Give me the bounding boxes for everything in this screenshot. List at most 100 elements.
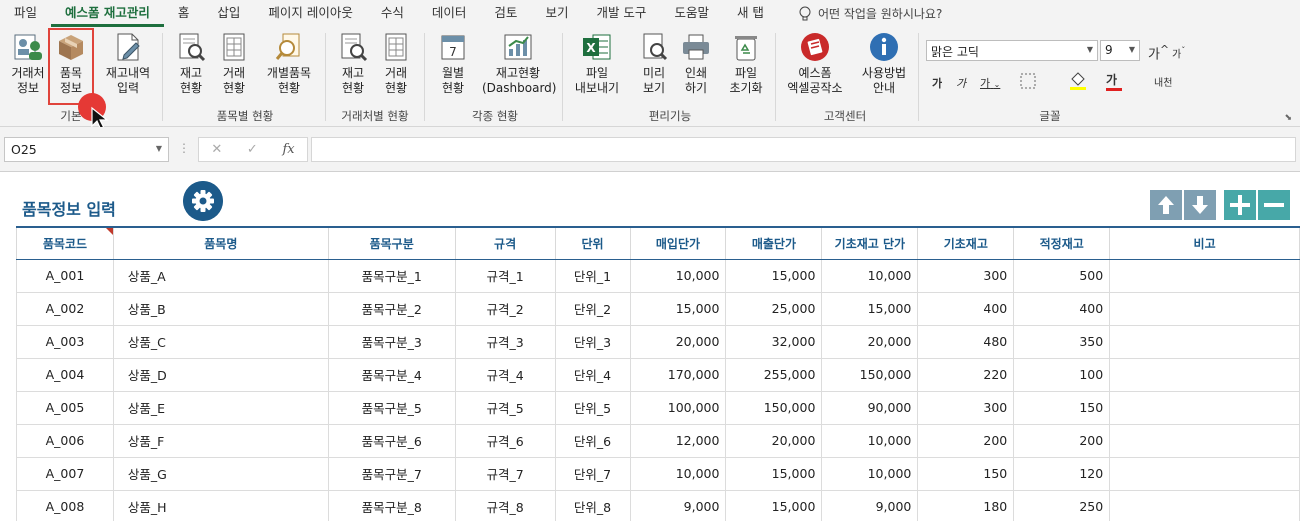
enter-icon[interactable]: ✓ [247, 142, 258, 157]
delete-row-button[interactable] [1258, 190, 1290, 220]
tab-4[interactable]: 페이지 레이아웃 [254, 0, 366, 27]
cell-item-code[interactable]: A_001 [16, 259, 114, 293]
cell-item-name[interactable]: 상품_H [112, 490, 329, 521]
cell-sale-price[interactable]: 15,000 [725, 259, 823, 293]
column-header-remarks[interactable]: 비고 [1109, 226, 1300, 260]
tab-5[interactable]: 수식 [367, 0, 418, 27]
column-header-item-name[interactable]: 품목명 [112, 226, 329, 260]
cell-base-stock[interactable]: 150 [917, 457, 1015, 491]
column-header-optimal-stock[interactable]: 적정재고 [1013, 226, 1111, 260]
cell-spec[interactable]: 규격_3 [454, 325, 556, 359]
cell-purchase-price[interactable]: 20,000 [629, 325, 727, 359]
cell-unit[interactable]: 단위_7 [554, 457, 631, 491]
gear-icon[interactable] [183, 181, 223, 221]
add-row-button[interactable] [1224, 190, 1256, 220]
tab-7[interactable]: 검토 [480, 0, 531, 27]
reset-file-button[interactable]: 파일 초기화 [724, 31, 768, 96]
bold-button[interactable]: 가 [932, 75, 942, 91]
print-button[interactable]: 인쇄 하기 [676, 31, 716, 96]
cell-remarks[interactable] [1109, 292, 1300, 326]
column-header-unit[interactable]: 단위 [554, 226, 631, 260]
fill-color-button[interactable] [1068, 71, 1092, 94]
cell-item-category[interactable]: 품목구분_1 [327, 259, 456, 293]
cell-item-name[interactable]: 상품_D [112, 358, 329, 392]
cell-base-stock-price[interactable]: 9,000 [821, 490, 919, 521]
cell-optimal-stock[interactable]: 350 [1013, 325, 1111, 359]
cell-spec[interactable]: 규격_7 [454, 457, 556, 491]
cell-base-stock[interactable]: 220 [917, 358, 1015, 392]
cell-optimal-stock[interactable]: 250 [1013, 490, 1111, 521]
move-down-button[interactable] [1184, 190, 1216, 220]
font-size-dropdown[interactable]: 9 ▼ [1100, 40, 1140, 61]
cell-base-stock[interactable]: 180 [917, 490, 1015, 521]
cell-remarks[interactable] [1109, 391, 1300, 425]
name-box[interactable]: O25 ▼ [4, 137, 169, 162]
cell-base-stock[interactable]: 200 [917, 424, 1015, 458]
cell-item-category[interactable]: 품목구분_3 [327, 325, 456, 359]
cell-item-code[interactable]: A_005 [16, 391, 114, 425]
cell-base-stock[interactable]: 300 [917, 259, 1015, 293]
tab-10[interactable]: 도움말 [660, 0, 723, 27]
cell-item-name[interactable]: 상품_F [112, 424, 329, 458]
cell-spec[interactable]: 규격_5 [454, 391, 556, 425]
cell-purchase-price[interactable]: 170,000 [629, 358, 727, 392]
cell-item-code[interactable]: A_006 [16, 424, 114, 458]
usage-guide-button[interactable]: 사용방법 안내 [854, 31, 914, 96]
cell-base-stock[interactable]: 480 [917, 325, 1015, 359]
tab-0[interactable]: 파일 [0, 0, 51, 27]
column-header-item-code[interactable]: 품목코드 [16, 226, 114, 260]
cell-unit[interactable]: 단위_4 [554, 358, 631, 392]
cell-purchase-price[interactable]: 9,000 [629, 490, 727, 521]
cell-purchase-price[interactable]: 12,000 [629, 424, 727, 458]
tab-3[interactable]: 삽입 [203, 0, 254, 27]
move-up-button[interactable] [1150, 190, 1182, 220]
cell-optimal-stock[interactable]: 400 [1013, 292, 1111, 326]
export-file-button[interactable]: X 파일 내보내기 [568, 31, 626, 96]
cell-optimal-stock[interactable]: 500 [1013, 259, 1111, 293]
cell-item-category[interactable]: 품목구분_7 [327, 457, 456, 491]
column-header-item-category[interactable]: 품목구분 [327, 226, 456, 260]
tab-6[interactable]: 데이터 [418, 0, 481, 27]
cell-spec[interactable]: 규격_8 [454, 490, 556, 521]
cell-item-category[interactable]: 품목구분_5 [327, 391, 456, 425]
cell-optimal-stock[interactable]: 150 [1013, 391, 1111, 425]
print-preview-button[interactable]: 미리 보기 [634, 31, 674, 96]
cell-purchase-price[interactable]: 100,000 [629, 391, 727, 425]
cell-sale-price[interactable]: 20,000 [725, 424, 823, 458]
column-header-base-stock[interactable]: 기초재고 [917, 226, 1015, 260]
column-header-purchase-price[interactable]: 매입단가 [629, 226, 727, 260]
cell-base-stock-price[interactable]: 150,000 [821, 358, 919, 392]
stock-entry-button[interactable]: 재고내역 입력 [100, 31, 156, 96]
phonetic-button[interactable]: 내천 [1154, 74, 1172, 89]
cell-item-category[interactable]: 품목구분_6 [327, 424, 456, 458]
cell-remarks[interactable] [1109, 325, 1300, 359]
cell-item-name[interactable]: 상품_C [112, 325, 329, 359]
cell-item-name[interactable]: 상품_B [112, 292, 329, 326]
cell-sale-price[interactable]: 255,000 [725, 358, 823, 392]
dashboard-button[interactable]: 재고현황 (Dashboard) [482, 31, 556, 96]
cell-purchase-price[interactable]: 10,000 [629, 259, 727, 293]
shrink-font-button[interactable]: 가ˇ [1172, 45, 1185, 60]
cell-sale-price[interactable]: 15,000 [725, 490, 823, 521]
cell-spec[interactable]: 규격_6 [454, 424, 556, 458]
cell-base-stock-price[interactable]: 90,000 [821, 391, 919, 425]
cell-base-stock-price[interactable]: 15,000 [821, 292, 919, 326]
tab-11[interactable]: 새 탭 [723, 0, 778, 27]
item-trade-status-button[interactable]: 거래 현황 [214, 31, 254, 96]
column-header-base-stock-price[interactable]: 기초재고 단가 [821, 226, 919, 260]
tab-2[interactable]: 홈 [164, 0, 204, 27]
cell-unit[interactable]: 단위_8 [554, 490, 631, 521]
cell-remarks[interactable] [1109, 358, 1300, 392]
cell-item-category[interactable]: 품목구분_2 [327, 292, 456, 326]
column-header-sale-price[interactable]: 매출단가 [725, 226, 823, 260]
cell-remarks[interactable] [1109, 259, 1300, 293]
cell-item-name[interactable]: 상품_E [112, 391, 329, 425]
cell-base-stock[interactable]: 400 [917, 292, 1015, 326]
cell-unit[interactable]: 단위_2 [554, 292, 631, 326]
insert-function-icon[interactable]: fx [282, 142, 294, 157]
cell-purchase-price[interactable]: 10,000 [629, 457, 727, 491]
cell-remarks[interactable] [1109, 424, 1300, 458]
cell-sale-price[interactable]: 32,000 [725, 325, 823, 359]
cell-spec[interactable]: 규격_4 [454, 358, 556, 392]
cell-base-stock-price[interactable]: 20,000 [821, 325, 919, 359]
